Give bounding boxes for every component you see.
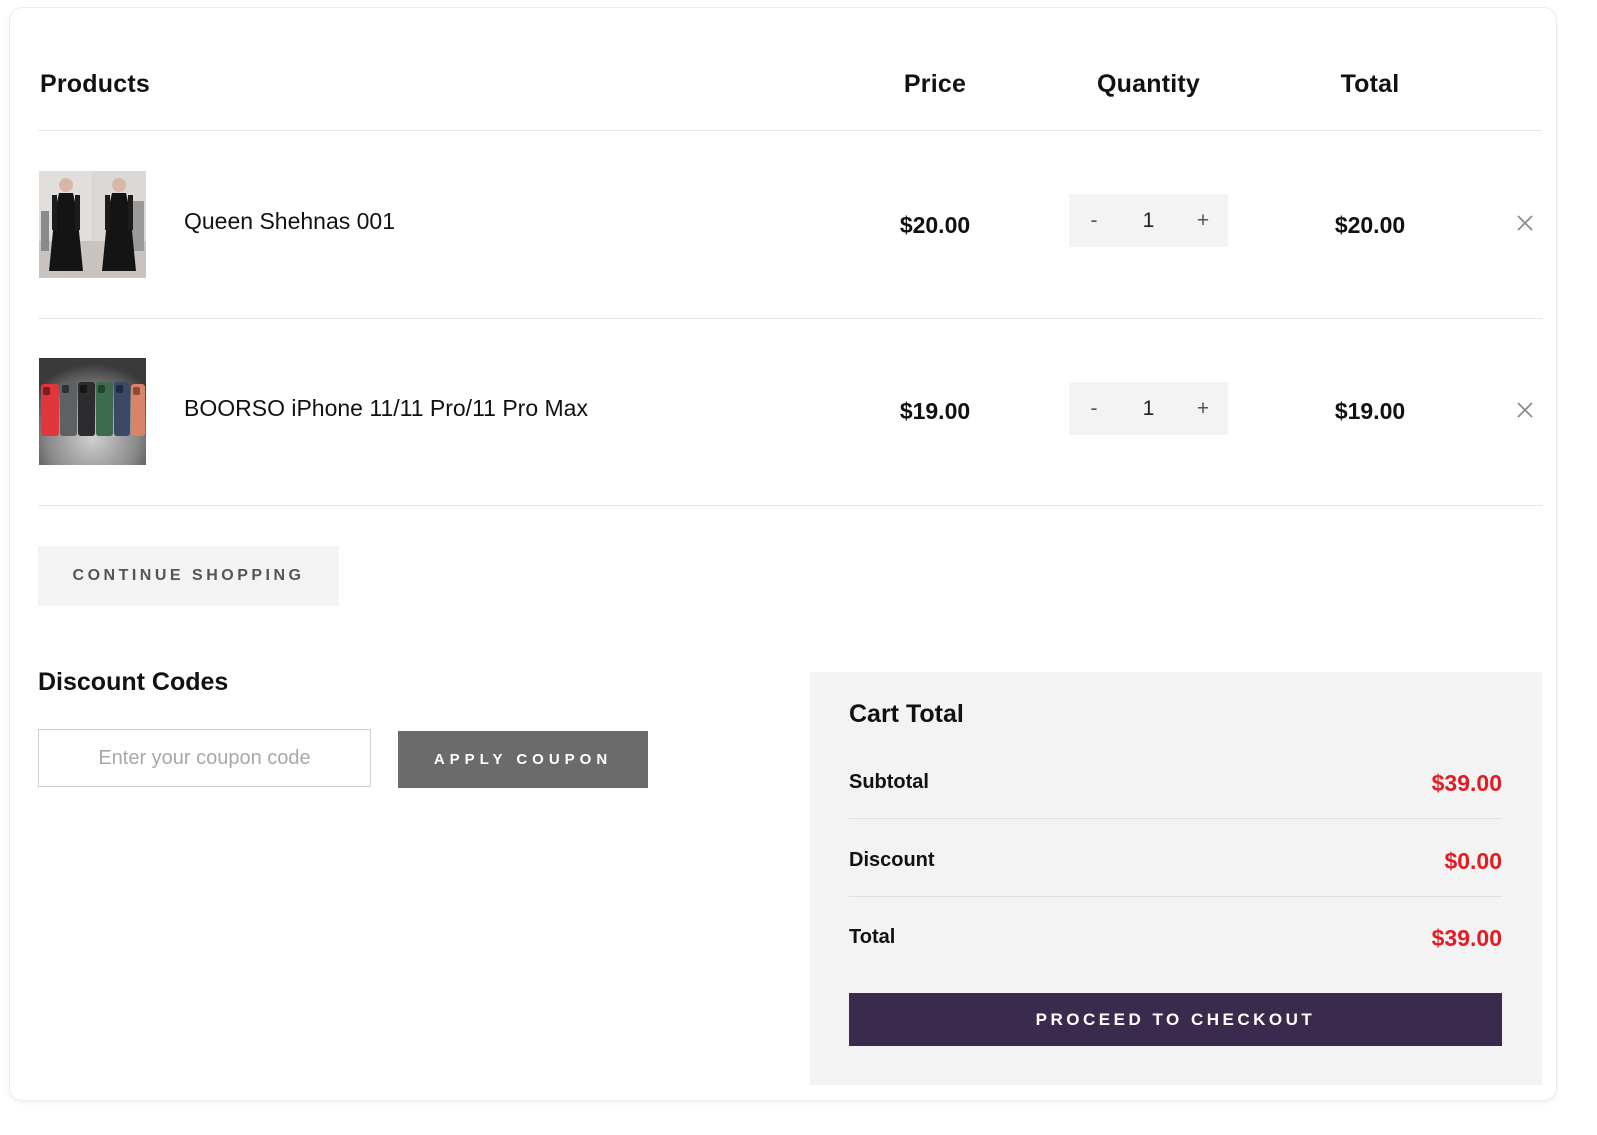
total-label: Total (849, 926, 896, 948)
quantity-value[interactable]: 1 (1119, 209, 1178, 233)
row-divider (38, 505, 1542, 506)
product-image[interactable] (39, 358, 146, 465)
quantity-stepper: - 1 + (1069, 194, 1228, 247)
header-quantity: Quantity (1097, 70, 1200, 98)
total-value: $39.00 (1431, 925, 1502, 951)
row-divider (38, 318, 1542, 319)
header-products: Products (40, 70, 150, 98)
discount-value: $0.00 (1444, 848, 1502, 874)
close-icon (1517, 215, 1533, 231)
header-divider (38, 130, 1542, 131)
decrement-button[interactable]: - (1069, 209, 1119, 233)
remove-item-button[interactable] (1513, 211, 1537, 235)
quantity-value[interactable]: 1 (1119, 397, 1178, 421)
increment-button[interactable]: + (1178, 209, 1228, 233)
decrement-button[interactable]: - (1069, 397, 1119, 421)
header-total: Total (1340, 70, 1400, 98)
product-total: $20.00 (1334, 212, 1406, 238)
coupon-code-input[interactable] (38, 729, 371, 787)
discount-label: Discount (849, 849, 935, 871)
proceed-to-checkout-button[interactable]: PROCEED TO CHECKOUT (849, 993, 1502, 1046)
cart-divider (849, 818, 1502, 819)
subtotal-label: Subtotal (849, 771, 929, 793)
continue-shopping-button[interactable]: CONTINUE SHOPPING (38, 546, 339, 606)
product-total: $19.00 (1334, 398, 1406, 424)
product-price: $19.00 (899, 398, 971, 424)
product-price: $20.00 (899, 212, 971, 238)
product-name[interactable]: Queen Shehnas 001 (184, 208, 395, 235)
subtotal-value: $39.00 (1431, 770, 1502, 796)
cart-divider (849, 896, 1502, 897)
increment-button[interactable]: + (1178, 397, 1228, 421)
apply-coupon-button[interactable]: APPLY COUPON (398, 731, 648, 788)
product-image[interactable] (39, 171, 146, 278)
product-name[interactable]: BOORSO iPhone 11/11 Pro/11 Pro Max (184, 395, 588, 422)
discount-codes-title: Discount Codes (38, 668, 229, 696)
remove-item-button[interactable] (1513, 398, 1537, 422)
quantity-stepper: - 1 + (1069, 382, 1228, 435)
cart-total-title: Cart Total (849, 700, 964, 728)
header-price: Price (903, 70, 967, 98)
close-icon (1517, 402, 1533, 418)
